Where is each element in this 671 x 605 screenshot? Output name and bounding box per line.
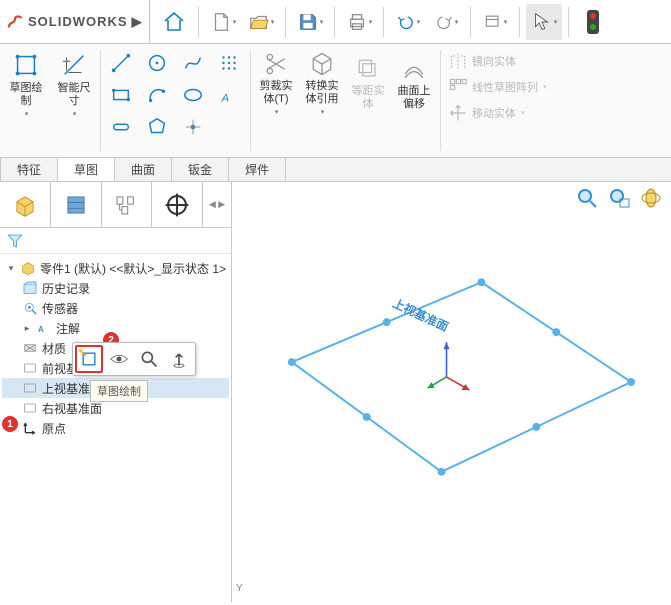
context-zoom-button[interactable] (135, 345, 163, 373)
ribbon-group-draw: A (100, 44, 250, 157)
feature-manager-panel: ◀ ▶ ▾ 零件1 (默认) <<默认>_显示状态 1> 历史记录 传感器 ▸ … (0, 182, 232, 602)
svg-text:A: A (38, 325, 44, 334)
select-button[interactable]: ▾ (526, 4, 562, 40)
save-button[interactable]: ▾ (292, 4, 328, 40)
panel-tab-feature-tree[interactable] (0, 182, 51, 227)
redo-button[interactable]: ▾ (428, 4, 464, 40)
collapse-icon[interactable]: ▾ (6, 263, 16, 274)
tree-filter[interactable] (0, 228, 231, 254)
open-button[interactable]: ▾ (243, 4, 279, 40)
undo-button[interactable]: ▾ (390, 4, 426, 40)
convert-entities-button[interactable]: 转换实 体引用▾ (300, 48, 344, 118)
trim-button[interactable]: 剪裁实 体(T)▾ (254, 48, 298, 118)
move-entities-button[interactable]: 移动实体▾ (444, 100, 529, 126)
polygon-tool[interactable] (140, 112, 174, 142)
tree-origin[interactable]: 原点 (2, 418, 229, 438)
app-logo[interactable]: SOLIDWORKS ▶ (0, 0, 150, 44)
tree-history[interactable]: 历史记录 (2, 278, 229, 298)
context-sketch-button[interactable] (75, 345, 103, 373)
tree-root[interactable]: ▾ 零件1 (默认) <<默认>_显示状态 1> (2, 258, 229, 278)
viewport-scene: 上视基准面 (232, 182, 671, 602)
home-button[interactable] (156, 4, 192, 40)
tab-weldment[interactable]: 焊件 (228, 157, 286, 181)
circle-tool[interactable] (140, 48, 174, 78)
separator (383, 7, 384, 37)
view-heads-up-toolbar (575, 186, 663, 210)
funnel-icon (6, 232, 24, 250)
ribbon: 草图绘 制▾ 智能尺 寸▾ A 剪裁实 体 (0, 44, 671, 158)
mirror-entities-button[interactable]: 镜向实体 (444, 48, 520, 74)
document-tabs: 特征 草图 曲面 钣金 焊件 (0, 158, 671, 182)
app-brand-text: SOLIDWORKS (28, 14, 128, 29)
chevron-down-icon[interactable]: ▶ (132, 14, 143, 30)
separator (285, 7, 286, 37)
separator (519, 7, 520, 37)
text-tool[interactable]: A (212, 80, 246, 110)
tree-root-label: 零件1 (默认) <<默认>_显示状态 1> (40, 260, 226, 277)
context-show-button[interactable] (105, 345, 133, 373)
panel-tab-dimxpert[interactable] (152, 182, 203, 227)
graphics-viewport[interactable]: 上视基准面 Y (232, 182, 671, 602)
point-tool[interactable] (176, 112, 210, 142)
tab-features[interactable]: 特征 (0, 157, 58, 181)
tab-surface[interactable]: 曲面 (114, 157, 172, 181)
quick-access-toolbar: ▾ ▾ ▾ ▾ ▾ ▾ ▾ ▾ (150, 4, 671, 40)
separator (334, 7, 335, 37)
grid-snap-tool[interactable] (212, 48, 246, 78)
ellipse-tool[interactable] (176, 80, 210, 110)
spline-tool[interactable] (176, 48, 210, 78)
appearance-icon[interactable] (639, 186, 663, 210)
tab-sketch[interactable]: 草图 (57, 157, 115, 181)
panel-tab-config[interactable] (102, 182, 153, 227)
arc-tool[interactable] (140, 80, 174, 110)
context-tooltip: 草图绘制 (90, 380, 148, 402)
expand-icon[interactable]: ▸ (22, 323, 32, 334)
solidworks-logo-icon (6, 13, 24, 31)
sketch-button[interactable]: 草图绘 制▾ (4, 48, 48, 120)
panel-tab-property[interactable] (51, 182, 102, 227)
ribbon-group-modify: 剪裁实 体(T)▾ 转换实 体引用▾ 等距实 体 曲面上 偏移 (250, 44, 440, 157)
axis-y-label: Y (236, 583, 243, 594)
traffic-light-icon[interactable] (575, 4, 611, 40)
ribbon-group-transform: 镜向实体 线性草图阵列▾ 移动实体▾ (440, 44, 671, 157)
panel-tab-pager[interactable]: ◀ ▶ (203, 182, 231, 227)
plane-label: 上视基准面 (390, 295, 451, 334)
tab-sheetmetal[interactable]: 钣金 (171, 157, 229, 181)
zoom-area-icon[interactable] (607, 186, 631, 210)
context-toolbar (72, 342, 196, 376)
callout-1: 1 (2, 416, 18, 432)
new-button[interactable]: ▾ (205, 4, 241, 40)
zoom-fit-icon[interactable] (575, 186, 599, 210)
line-tool[interactable] (104, 48, 138, 78)
offset-entities-button[interactable]: 等距实 体 (346, 48, 390, 118)
panel-tab-strip: ◀ ▶ (0, 182, 231, 228)
offset-on-surface-button[interactable]: 曲面上 偏移 (392, 48, 436, 118)
title-bar: SOLIDWORKS ▶ ▾ ▾ ▾ ▾ ▾ ▾ ▾ ▾ (0, 0, 671, 44)
print-button[interactable]: ▾ (341, 4, 377, 40)
separator (198, 7, 199, 37)
rectangle-tool[interactable] (104, 80, 138, 110)
separator (568, 7, 569, 37)
slot-tool[interactable] (104, 112, 138, 142)
context-normal-to-button[interactable] (165, 345, 193, 373)
smart-dimension-button[interactable]: 智能尺 寸▾ (52, 48, 96, 120)
tree-sensors[interactable]: 传感器 (2, 298, 229, 318)
options-button[interactable]: ▾ (477, 4, 513, 40)
ribbon-group-sketch: 草图绘 制▾ 智能尺 寸▾ (0, 44, 100, 157)
linear-pattern-button[interactable]: 线性草图阵列▾ (444, 74, 551, 100)
feature-tree: ▾ 零件1 (默认) <<默认>_显示状态 1> 历史记录 传感器 ▸ A 注解… (0, 254, 231, 602)
svg-text:A: A (221, 92, 229, 104)
separator (470, 7, 471, 37)
